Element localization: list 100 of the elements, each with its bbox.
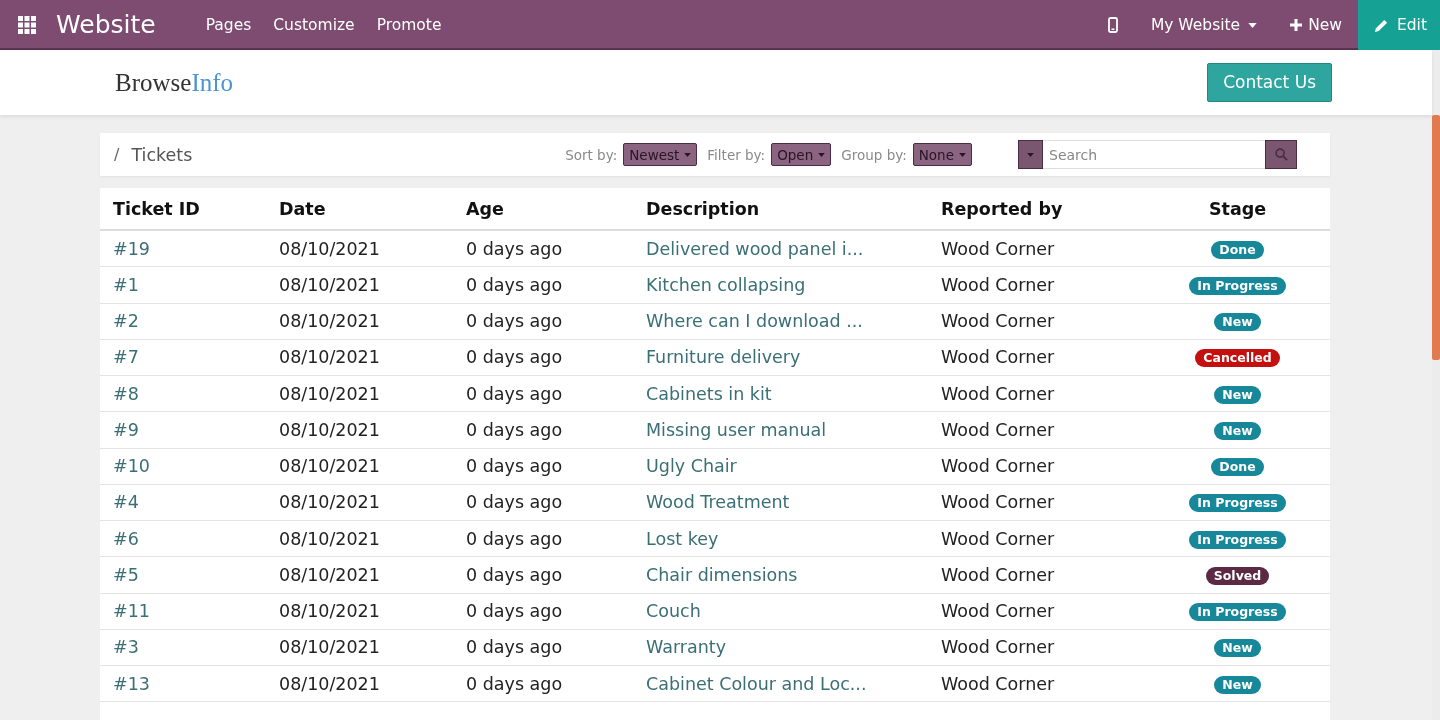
caret-icon [818, 152, 826, 157]
table-cell: Wood Corner [941, 673, 1055, 694]
table-cell: 0 days ago [466, 528, 563, 549]
table-cell: Wood Corner [941, 492, 1055, 513]
stage-badge: Done [1211, 458, 1264, 477]
table-cell: Wood Corner [941, 637, 1055, 658]
contact-us-button[interactable]: Contact Us [1207, 63, 1332, 102]
ticket-id-link[interactable]: #1 [113, 274, 139, 295]
ticket-id-link[interactable]: #8 [113, 383, 139, 404]
stage-badge: In Progress [1189, 603, 1286, 622]
table-cell: 08/10/2021 [279, 637, 380, 658]
table-cell: 08/10/2021 [279, 528, 380, 549]
ticket-id-link[interactable]: #10 [113, 456, 150, 477]
ticket-id-link[interactable]: #4 [113, 492, 139, 513]
stage-badge: New [1214, 675, 1261, 694]
table-cell: 08/10/2021 [279, 601, 380, 622]
ticket-description-link[interactable]: Cabinets in kit [646, 383, 772, 404]
plus-icon [1290, 19, 1303, 31]
apps-menu-icon[interactable] [18, 16, 36, 34]
table-cell: 0 days ago [466, 673, 563, 694]
nav-menu-item[interactable]: Promote [376, 15, 442, 35]
table-cell: 08/10/2021 [279, 419, 380, 440]
site-logo[interactable]: BrowseInfo [115, 67, 234, 98]
dropdown-button[interactable]: None [912, 143, 972, 166]
ticket-id-link[interactable]: #5 [113, 564, 139, 585]
table-cell: 08/10/2021 [279, 673, 380, 694]
ticket-description-link[interactable]: Ugly Chair [646, 456, 737, 477]
search-icon [1274, 148, 1288, 161]
breadcrumb-separator: / [114, 145, 120, 164]
table-cell: 08/10/2021 [279, 492, 380, 513]
table-cell: 0 days ago [466, 637, 563, 658]
table-cell: 0 days ago [466, 311, 563, 332]
table-cell: Wood Corner [941, 274, 1055, 295]
table-cell: 0 days ago [466, 564, 563, 585]
table-cell: 0 days ago [466, 492, 563, 513]
ticket-id-link[interactable]: #6 [113, 528, 139, 549]
column-header: Reported by [941, 198, 1063, 219]
dropdown-label: Sort by: [565, 146, 618, 163]
edit-button[interactable]: Edit [1357, 0, 1440, 50]
ticket-id-link[interactable]: #11 [113, 601, 150, 622]
table-cell: 08/10/2021 [279, 347, 380, 368]
ticket-id-link[interactable]: #3 [113, 637, 139, 658]
ticket-description-link[interactable]: Chair dimensions [646, 564, 798, 585]
table-cell: 08/10/2021 [279, 456, 380, 477]
stage-badge: New [1214, 313, 1261, 332]
stage-badge: Done [1211, 240, 1264, 259]
ticket-description-link[interactable]: Warranty [646, 637, 727, 658]
ticket-description-link[interactable]: Furniture delivery [646, 347, 801, 368]
ticket-id-link[interactable]: #9 [113, 419, 139, 440]
table-cell: 08/10/2021 [279, 564, 380, 585]
ticket-description-link[interactable]: Lost key [646, 528, 719, 549]
table-cell: Wood Corner [941, 419, 1055, 440]
mobile-phone-icon[interactable] [1107, 17, 1118, 33]
scrollbar-thumb[interactable] [1432, 115, 1440, 360]
search-options-button[interactable] [1018, 140, 1043, 169]
nav-menu-item[interactable]: Customize [273, 15, 355, 35]
nav-menu-item[interactable]: Pages [205, 15, 252, 35]
caret-icon [959, 152, 966, 157]
table-cell: 0 days ago [466, 274, 563, 295]
table-cell: Wood Corner [941, 238, 1055, 259]
website-switcher-dropdown[interactable]: My Website [1150, 15, 1258, 35]
ticket-id-link[interactable]: #7 [113, 347, 139, 368]
ticket-id-link[interactable]: #19 [113, 238, 150, 259]
ticket-description-link[interactable]: Missing user manual [646, 419, 827, 440]
dropdown-button[interactable]: Newest [623, 143, 698, 166]
table-cell: Wood Corner [941, 347, 1055, 368]
table-cell: Wood Corner [941, 456, 1055, 477]
ticket-description-link[interactable]: Kitchen collapsing [646, 274, 806, 295]
table-cell: Wood Corner [941, 601, 1055, 622]
table-cell: 0 days ago [466, 419, 563, 440]
stage-badge: Cancelled [1195, 349, 1280, 368]
new-button[interactable]: New [1290, 15, 1342, 35]
caret-icon [684, 152, 692, 157]
ticket-id-link[interactable]: #13 [113, 673, 150, 694]
table-cell: Wood Corner [941, 528, 1055, 549]
caret-icon [1248, 22, 1258, 28]
search-button[interactable] [1265, 140, 1297, 169]
dropdown-button[interactable]: Open [771, 143, 832, 166]
table-cell: Wood Corner [941, 564, 1055, 585]
table-cell: 0 days ago [466, 601, 563, 622]
app-title[interactable]: Website [56, 10, 156, 40]
table-cell: 08/10/2021 [279, 238, 380, 259]
stage-badge: New [1214, 639, 1261, 658]
table-cell: 0 days ago [466, 347, 563, 368]
stage-badge: In Progress [1189, 494, 1286, 513]
table-cell: 0 days ago [466, 383, 563, 404]
ticket-description-link[interactable]: Cabinet Colour and Loc... [646, 673, 867, 694]
ticket-description-link[interactable]: Wood Treatment [646, 492, 790, 513]
stage-badge: Solved [1205, 566, 1270, 585]
ticket-description-link[interactable]: Where can I download ... [646, 311, 863, 332]
stage-badge: In Progress [1189, 530, 1286, 549]
table-cell: Wood Corner [941, 311, 1055, 332]
table-cell: 08/10/2021 [279, 383, 380, 404]
search-field[interactable]: Search [1043, 140, 1265, 169]
table-cell: 08/10/2021 [279, 311, 380, 332]
ticket-id-link[interactable]: #2 [113, 311, 139, 332]
ticket-description-link[interactable]: Couch [646, 601, 701, 622]
ticket-description-link[interactable]: Delivered wood panel i... [646, 238, 864, 259]
column-header: Ticket ID [113, 198, 200, 219]
column-header: Date [279, 198, 326, 219]
